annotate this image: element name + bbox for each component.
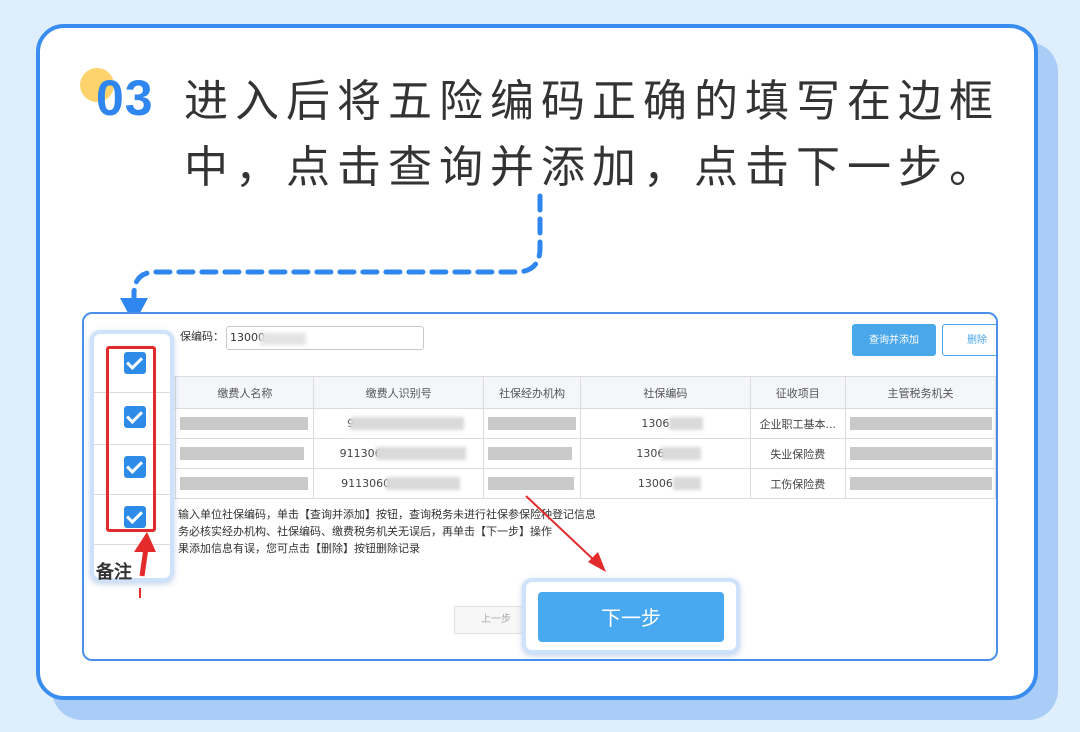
pointer-arrow-icon xyxy=(525,495,606,572)
red-arrows xyxy=(134,495,606,598)
up-arrow-icon xyxy=(134,532,156,598)
